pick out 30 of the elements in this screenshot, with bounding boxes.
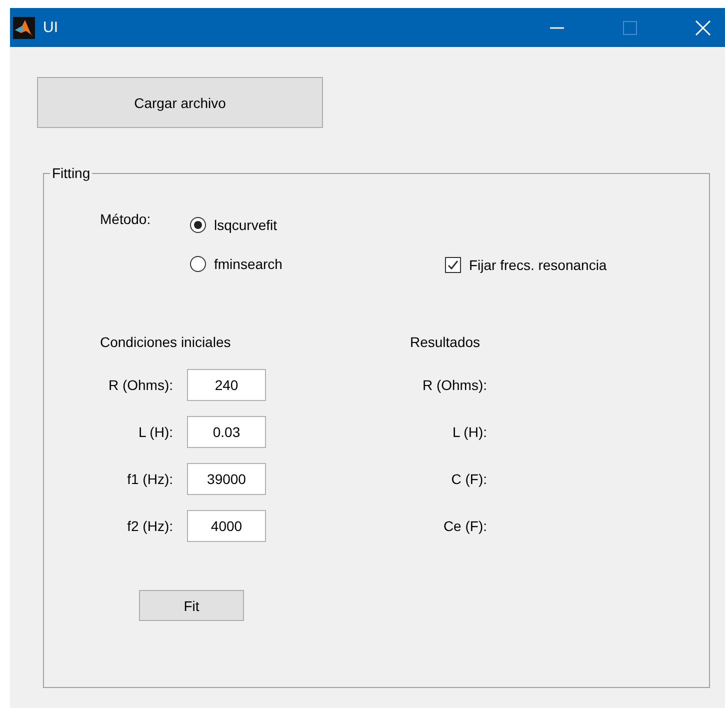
radio-label: lsqcurvefit xyxy=(214,217,278,233)
input-field[interactable]: 39000 xyxy=(187,463,266,495)
checkbox-option[interactable]: Fijar frecs. resonancia xyxy=(445,257,709,273)
input-field[interactable]: 0.03 xyxy=(187,416,266,448)
field-label: R (Ohms): xyxy=(107,377,173,393)
fit-button[interactable]: Fit xyxy=(139,590,244,621)
window-title: UI xyxy=(43,19,58,36)
radio-option[interactable]: lsqcurvefit xyxy=(190,217,445,233)
radio-button[interactable] xyxy=(190,256,206,272)
input-field[interactable]: 4000 xyxy=(187,510,266,542)
result-label: R (Ohms): xyxy=(421,377,487,393)
section-heading: Condiciones iniciales xyxy=(100,334,232,350)
close-icon[interactable] xyxy=(695,20,711,36)
checkbox-label: Fijar frecs. resonancia xyxy=(469,257,607,273)
result-label: Ce (F): xyxy=(442,518,487,534)
method-label: Método: xyxy=(100,210,152,229)
load-file-button[interactable]: Cargar archivo xyxy=(37,77,323,128)
app-icon xyxy=(13,16,35,38)
panel-title: Fitting xyxy=(51,165,92,181)
result-label: L (H): xyxy=(452,424,487,440)
input-field[interactable]: 240 xyxy=(187,369,266,401)
result-label: C (F): xyxy=(450,471,487,487)
checkbox[interactable] xyxy=(445,257,461,273)
section-heading: Resultados xyxy=(410,334,482,350)
radio-option[interactable]: fminsearch xyxy=(190,256,445,272)
radio-label: fminsearch xyxy=(214,256,282,272)
field-label: f2 (Hz): xyxy=(126,518,173,534)
radio-button[interactable] xyxy=(190,217,206,233)
field-label: L (H): xyxy=(138,424,173,440)
field-label: f1 (Hz): xyxy=(126,471,173,487)
